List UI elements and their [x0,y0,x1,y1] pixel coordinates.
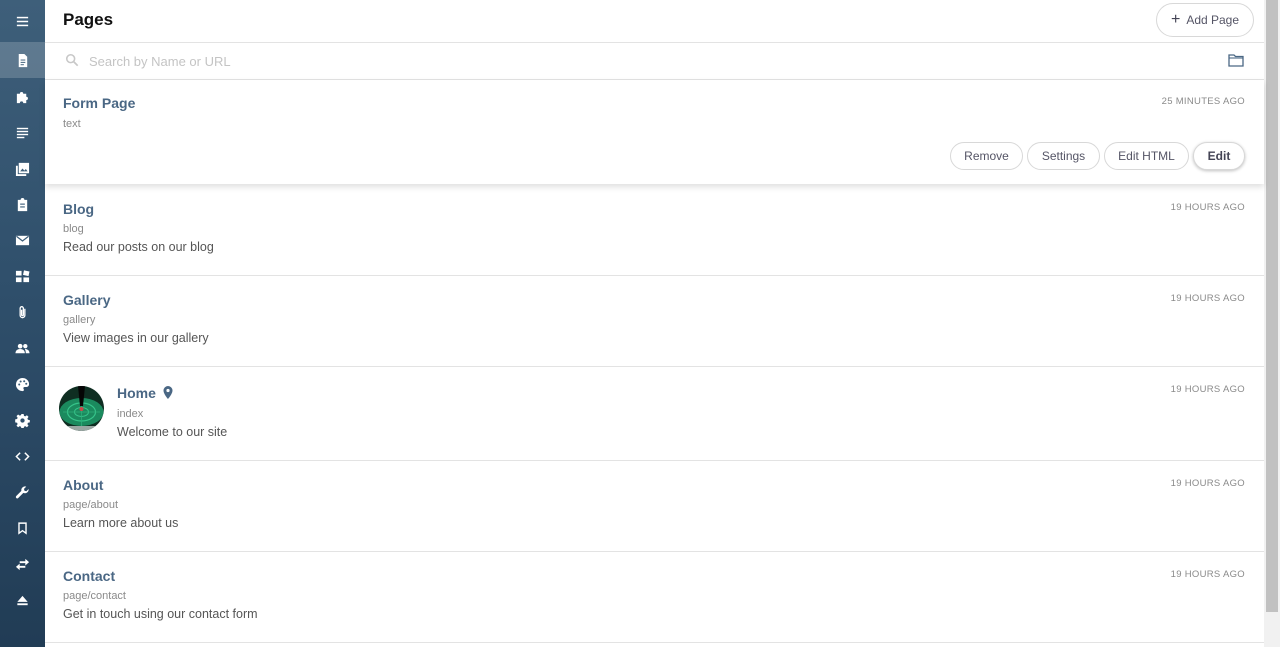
page-thumbnail [59,386,104,431]
transfer-icon [15,558,30,570]
page-timestamp: 25 MINUTES AGO [1161,96,1245,107]
app: Pages + Add Page Form Page text 25 MINUT… [0,0,1280,647]
scrollbar-thumb[interactable] [1266,0,1278,612]
sidebar-item-bookmarks[interactable] [0,510,45,546]
image-icon [15,162,30,176]
page-timestamp: 19 HOURS AGO [1170,293,1245,304]
page-timestamp: 19 HOURS AGO [1170,478,1245,489]
sidebar-item-content[interactable] [0,114,45,150]
page-name[interactable]: Form Page [63,95,135,111]
sidebar-item-publish[interactable] [0,582,45,618]
remove-button[interactable]: Remove [950,142,1023,170]
page-name[interactable]: Blog [63,201,94,217]
sidebar-item-settings[interactable] [0,402,45,438]
page-description: Learn more about us [63,516,179,530]
sidebar-item-pages[interactable] [0,42,45,78]
sidebar-item-dashboard[interactable] [0,258,45,294]
page-title: Pages [63,10,114,29]
settings-button[interactable]: Settings [1027,142,1100,170]
page-timestamp: 19 HOURS AGO [1170,384,1245,395]
page-slug: page/contact [63,590,126,602]
page-row-contact[interactable]: Contact page/contact Get in touch using … [45,552,1264,643]
sidebar-item-mail[interactable] [0,222,45,258]
page-name[interactable]: Gallery [63,292,110,308]
document-icon [18,53,28,67]
menu-button[interactable] [0,3,45,39]
page-name[interactable]: About [63,477,103,493]
page-row-form-page[interactable]: Form Page text 25 MINUTES AGO Remove Set… [45,80,1264,184]
add-page-label: Add Page [1186,13,1240,27]
page-row-home[interactable]: Home index Welcome to our site 19 HOURS … [45,367,1264,461]
folder-icon[interactable] [1228,53,1244,67]
page-name[interactable]: Contact [63,568,115,584]
page-row-gallery[interactable]: Gallery gallery View images in our galle… [45,276,1264,367]
page-description: View images in our gallery [63,331,209,345]
menu-icon [16,16,29,26]
page-slug: text [63,118,81,130]
sidebar-item-plugins[interactable] [0,78,45,114]
page-name[interactable]: Home [117,385,156,401]
dashboard-icon [15,269,30,282]
page-slug: gallery [63,314,96,326]
edit-html-button[interactable]: Edit HTML [1104,142,1189,170]
main-panel: Pages + Add Page Form Page text 25 MINUT… [45,0,1264,647]
page-description: Get in touch using our contact form [63,607,258,621]
page-row-blog[interactable]: Blog blog Read our posts on our blog 19 … [45,184,1264,276]
sidebar-item-images[interactable] [0,150,45,186]
page-actions: Remove Settings Edit HTML Edit [950,142,1245,170]
wrench-icon [15,485,29,498]
page-slug: blog [63,223,84,235]
sidebar-item-code[interactable] [0,438,45,474]
sidebar-item-tools[interactable] [0,474,45,510]
sidebar-item-transfer[interactable] [0,546,45,582]
vertical-scrollbar[interactable] [1264,0,1280,647]
mail-icon [15,235,30,245]
eject-icon [17,595,28,605]
list-icon [16,127,29,138]
page-slug: index [117,408,144,420]
users-icon [15,343,30,353]
sidebar-item-forms[interactable] [0,186,45,222]
search-bar [45,43,1264,80]
puzzle-icon [16,91,28,103]
gear-icon [15,413,30,428]
page-description: Read our posts on our blog [63,240,214,254]
sidebar-item-themes[interactable] [0,366,45,402]
search-icon [65,53,79,67]
page-row-about[interactable]: About page/about Learn more about us 19 … [45,461,1264,552]
page-timestamp: 19 HOURS AGO [1170,202,1245,213]
search-input[interactable] [89,50,1189,72]
page-slug: page/about [63,499,119,511]
paperclip-icon [19,305,26,318]
page-timestamp: 19 HOURS AGO [1170,569,1245,580]
sidebar [0,0,45,647]
page-header: Pages + Add Page [45,0,1264,43]
plus-icon: + [1170,11,1181,28]
code-icon [15,451,30,461]
page-description: Welcome to our site [117,425,228,439]
edit-button[interactable]: Edit [1193,142,1245,170]
sidebar-item-attachments[interactable] [0,294,45,330]
add-page-button[interactable]: + Add Page [1156,3,1254,37]
sidebar-item-users[interactable] [0,330,45,366]
home-pin-icon [163,386,173,399]
clipboard-icon [17,197,28,211]
palette-icon [15,377,30,391]
bookmark-icon [18,521,27,535]
